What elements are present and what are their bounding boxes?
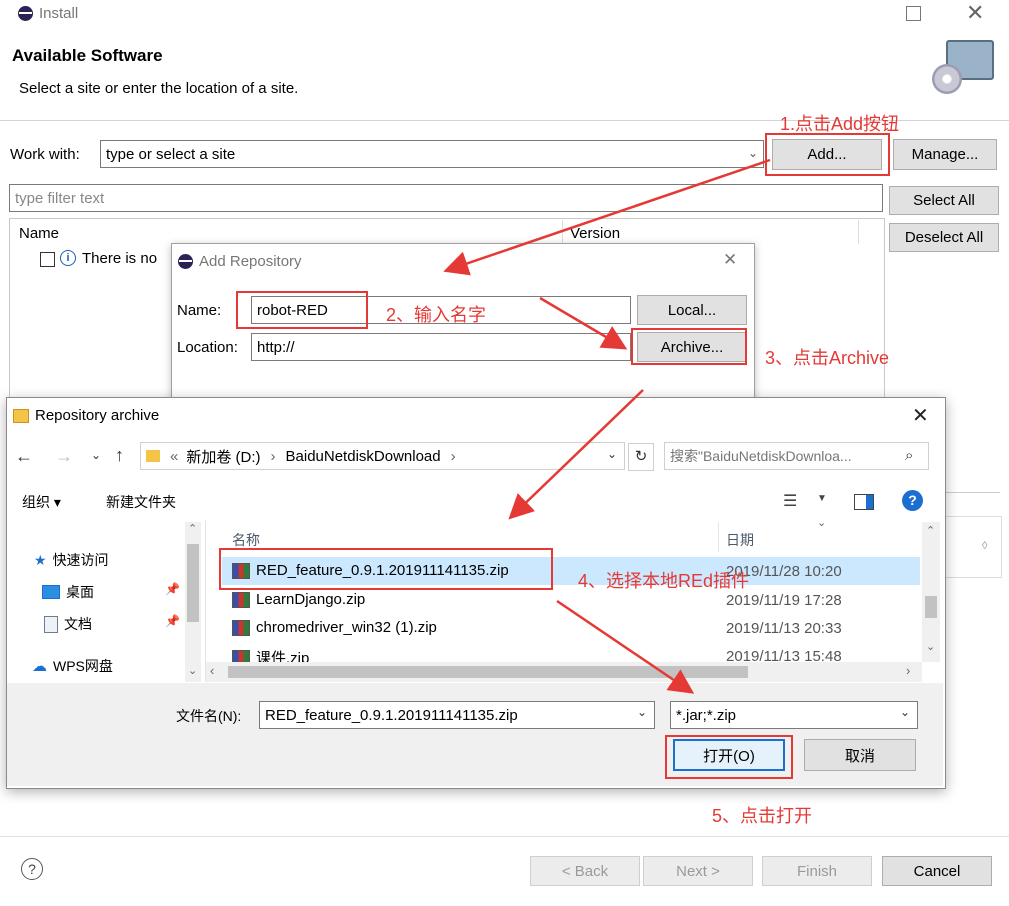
annotation-arrows: [443, 158, 771, 694]
arrow-step3: [508, 389, 644, 520]
arrow-step1: [443, 158, 771, 276]
arrow-step4: [556, 599, 695, 694]
arrow-step2: [539, 296, 628, 350]
